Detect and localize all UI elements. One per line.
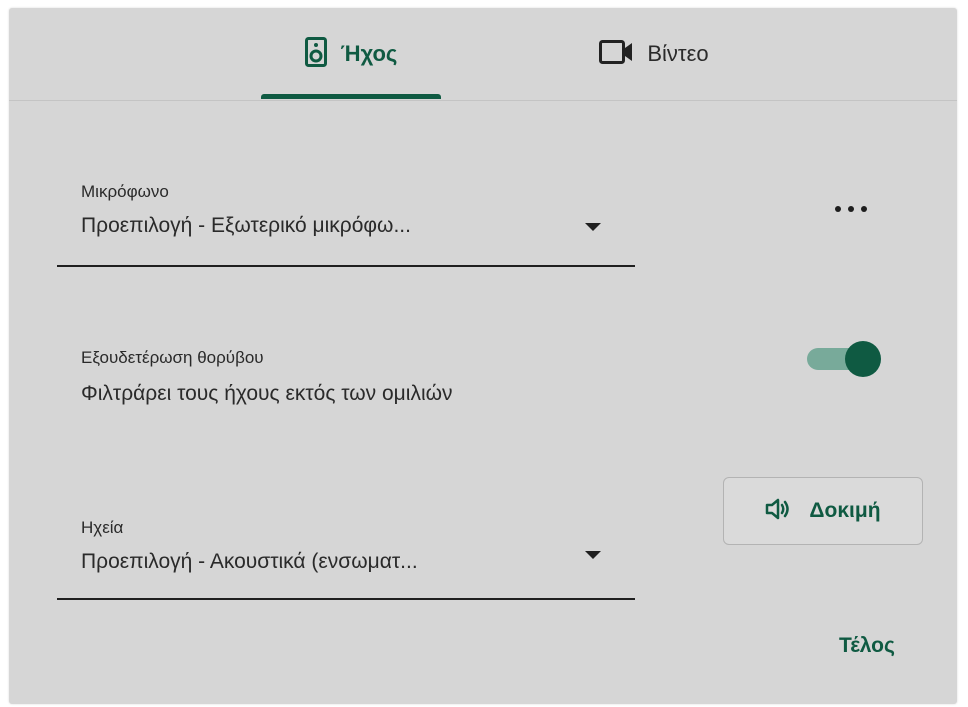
test-speakers-button[interactable]: Δοκιμή	[723, 477, 923, 545]
active-tab-indicator	[261, 94, 441, 99]
tab-bar: Ήχος Βίντεο	[9, 8, 957, 101]
noise-cancellation-label: Εξουδετέρωση θορύβου	[81, 348, 264, 367]
more-dot	[848, 206, 854, 212]
chevron-down-icon	[585, 223, 601, 231]
volume-icon	[765, 498, 791, 525]
toggle-knob	[845, 341, 881, 377]
tab-video-label: Βίντεο	[647, 41, 709, 66]
speakers-value: Προεπιλογή - Ακουστικά (ενσωματ...	[81, 550, 418, 573]
noise-cancellation-description: Φιλτράρει τους ήχους εκτός των ομιλιών	[81, 382, 453, 405]
speakers-underline	[57, 598, 635, 600]
more-options-button[interactable]	[835, 202, 867, 216]
microphone-value: Προεπιλογή - Εξωτερικό μικρόφω...	[81, 214, 411, 237]
done-button[interactable]: Τέλος	[839, 634, 895, 658]
tab-audio-label: Ήχος	[340, 41, 398, 66]
tab-video[interactable]: Βίντεο	[569, 8, 739, 100]
more-horizontal-icon	[835, 206, 841, 212]
test-button-label: Δοκιμή	[809, 499, 881, 522]
speakers-select[interactable]: Ηχεία Προεπιλογή - Ακουστικά (ενσωματ...	[57, 510, 635, 602]
tab-audio[interactable]: Ήχος	[261, 8, 441, 100]
settings-dialog: Ήχος Βίντεο Μικρόφωνο Προεπιλογή - Εξωτε…	[9, 8, 957, 704]
microphone-underline	[57, 265, 635, 267]
noise-cancellation-toggle[interactable]	[807, 341, 883, 377]
chevron-down-icon	[585, 551, 601, 559]
microphone-label: Μικρόφωνο	[81, 182, 169, 201]
speaker-icon	[304, 36, 327, 72]
microphone-select[interactable]: Μικρόφωνο Προεπιλογή - Εξωτερικό μικρόφω…	[57, 178, 635, 270]
video-camera-icon	[599, 39, 633, 69]
speakers-label: Ηχεία	[81, 518, 124, 537]
more-dot	[861, 206, 867, 212]
